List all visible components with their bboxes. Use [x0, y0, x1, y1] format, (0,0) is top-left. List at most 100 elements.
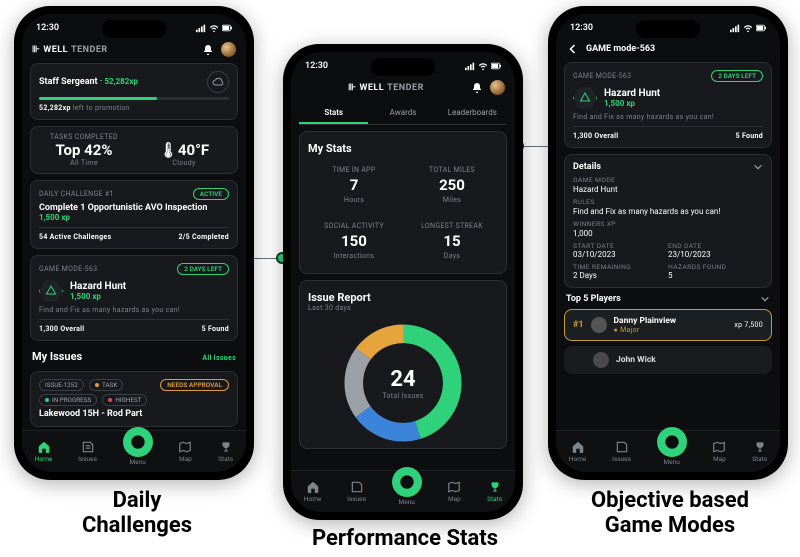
phone-performance-stats: 12:30 ⊪ WELLTENDER Stats Awards Leaderbo…: [283, 44, 523, 520]
tasks-value: Top 42%: [37, 141, 131, 159]
weather-panel: 🌡40°F Cloudy: [137, 133, 231, 167]
nav-stats[interactable]: Stats: [752, 440, 767, 463]
cloud-icon: [212, 76, 224, 88]
player-row-1[interactable]: #1 Danny Plainview ● Major xp 7,500: [564, 309, 772, 341]
status-icons: [730, 23, 766, 33]
avatar[interactable]: [221, 42, 236, 57]
map-icon: [447, 480, 461, 494]
brand-part2: TENDER: [71, 45, 108, 55]
details-card: Details GAME MODE Hazard Hunt RULES Find…: [564, 154, 772, 288]
issue-report-sub: Last 30 days: [308, 304, 498, 312]
menu-icon: [130, 434, 146, 450]
player-rank: #1: [573, 320, 584, 330]
signal-icon: [730, 23, 740, 33]
nav-home[interactable]: Home: [569, 440, 587, 463]
caption-3: Objective based Game Modes: [580, 488, 760, 539]
home-icon: [306, 480, 320, 494]
nav-home[interactable]: Home: [35, 440, 53, 463]
nav-stats[interactable]: Stats: [218, 440, 233, 463]
home-icon: [571, 440, 585, 454]
map-icon: [712, 440, 726, 454]
player-xp: xp 7,500: [734, 321, 763, 329]
mode-header: GAME MODE-563: [573, 72, 631, 80]
mode-xp: 1,500 xp: [70, 292, 126, 301]
tasks-sub: All Time: [37, 159, 131, 167]
issue-card[interactable]: ISSUE-1252 TASK NEEDS APPROVAL IN PROGRE…: [30, 371, 238, 427]
nav-stats[interactable]: Stats: [487, 480, 502, 503]
daily-challenge-card[interactable]: DAILY CHALLENGE #1ACTIVE Complete 1 Oppo…: [30, 180, 238, 249]
mode-desc: Find and Fix as many hazards as you can!: [39, 306, 229, 314]
nav-menu[interactable]: Menu: [392, 477, 422, 506]
mode-right: 5 Found: [736, 132, 763, 140]
mode-badge: 2 DAYS LEFT: [711, 70, 763, 82]
challenge-header: DAILY CHALLENGE #1: [39, 190, 114, 198]
notch: [371, 58, 435, 76]
rank-title: Staff Sergeant: [39, 77, 98, 87]
tab-awards[interactable]: Awards: [368, 103, 437, 124]
player-avatar: [591, 317, 607, 333]
tab-stats[interactable]: Stats: [299, 103, 368, 124]
nav-map[interactable]: Map: [447, 480, 461, 503]
signal-icon: [465, 61, 475, 71]
my-issues-title: My Issues: [32, 350, 82, 363]
chevron-left-icon: [567, 43, 579, 55]
game-mode-card[interactable]: GAME MODE-5632 DAYS LEFT Hazard Hunt1,50…: [30, 255, 238, 341]
overview-card: TASKS COMPLETED Top 42% All Time 🌡40°F C…: [30, 126, 238, 174]
home-icon: [37, 440, 51, 454]
tab-leaderboards[interactable]: Leaderboards: [438, 103, 507, 124]
nav-issues[interactable]: Issues: [78, 440, 97, 463]
mode-title: Hazard Hunt: [604, 88, 660, 99]
brand-logo: ⊪ WELLTENDER: [32, 45, 108, 55]
issues-icon: [615, 440, 629, 454]
notch: [636, 20, 700, 38]
caption-2: Performance Stats: [305, 526, 505, 551]
app-bar: GAME mode-563: [556, 38, 780, 62]
player-row-2[interactable]: John Wick: [564, 346, 772, 374]
avatar[interactable]: [490, 80, 505, 95]
tasks-completed-panel: TASKS COMPLETED Top 42% All Time: [37, 133, 131, 167]
issue-report-donut: 24 Total Issues: [338, 318, 468, 448]
nav-menu[interactable]: Menu: [123, 437, 153, 466]
trophy-icon: [753, 440, 767, 454]
battery-icon: [491, 61, 501, 71]
nav-map[interactable]: Map: [712, 440, 726, 463]
nav-issues[interactable]: Issues: [347, 480, 366, 503]
nav-issues[interactable]: Issues: [612, 440, 631, 463]
mode-left: 1,300 Overall: [39, 325, 84, 333]
tasks-label: TASKS COMPLETED: [37, 133, 131, 141]
needs-approval-badge: NEEDS APPROVAL: [160, 379, 229, 391]
status-time: 12:30: [570, 23, 593, 33]
status-time: 12:30: [36, 23, 59, 33]
challenge-left: 54 Active Challenges: [39, 233, 111, 241]
challenge-badge: ACTIVE: [193, 188, 229, 200]
issues-icon: [350, 480, 364, 494]
issue-status: IN PROGRESS: [39, 394, 97, 406]
rank-xp-left: 52,282xp: [39, 104, 71, 112]
mode-title: Hazard Hunt: [70, 281, 126, 292]
status-icons: [196, 23, 232, 33]
mode-left: 1,300 Overall: [573, 132, 618, 140]
chevron-down-icon[interactable]: [753, 162, 763, 172]
chevron-down-icon[interactable]: [760, 294, 770, 304]
rank-card[interactable]: Staff Sergeant · 52,282xp 52,282xp left …: [30, 63, 238, 120]
donut-label: Total Issues: [382, 392, 423, 400]
wifi-icon: [209, 23, 219, 33]
sync-button[interactable]: [207, 71, 229, 93]
status-time: 12:30: [305, 61, 328, 71]
nav-home[interactable]: Home: [304, 480, 322, 503]
rank-progress: [39, 97, 229, 100]
issue-report-title: Issue Report: [308, 291, 498, 304]
weather-sub: Cloudy: [137, 159, 231, 167]
bell-icon[interactable]: [202, 44, 214, 56]
mode-icon: [39, 279, 63, 303]
all-issues-link[interactable]: All Issues: [202, 354, 236, 362]
bottom-nav: Home Issues Menu Map Stats: [291, 470, 515, 512]
rank-xp-note: left to promotion: [73, 104, 130, 112]
brand-part1: WELL: [43, 45, 68, 55]
issue-name: Lakewood 15H - Rod Part: [39, 409, 229, 419]
my-stats-title: My Stats: [308, 142, 498, 155]
bell-icon[interactable]: [471, 82, 483, 94]
nav-map[interactable]: Map: [178, 440, 192, 463]
back-button[interactable]: [566, 42, 580, 56]
nav-menu[interactable]: Menu: [657, 437, 687, 466]
